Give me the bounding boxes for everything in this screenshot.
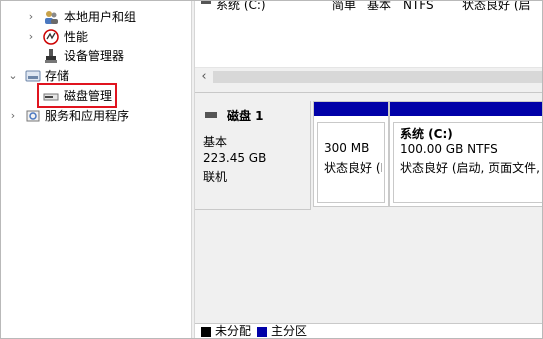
tree-item-services[interactable]: › 服务和应用程序 — [1, 106, 191, 126]
legend-unallocated-label: 未分配 — [215, 324, 252, 338]
disk-management-window: › 本地用户和组 › 性能 设备管理器 ⌄ 存储 磁盘管理 › 服务和应用程序 … — [0, 0, 543, 339]
partition-size: 300 MB — [324, 141, 370, 155]
disk-graphical-view: 磁盘 1 基本 223.45 GB 联机 300 MB 状态良好 (E 系统 (… — [195, 93, 542, 325]
partition-status: 状态良好 (E — [324, 161, 382, 175]
legend-bar: 未分配 主分区 — [195, 323, 542, 338]
disk-size: 223.45 GB — [203, 151, 267, 165]
selection-highlight — [37, 83, 117, 108]
legend-primary-label: 主分区 — [271, 324, 308, 338]
tree-item-label: 设备管理器 — [64, 49, 125, 63]
tree-item-label: 本地用户和组 — [64, 10, 137, 24]
pane-splitter-horizontal[interactable] — [195, 85, 542, 93]
tree-item-local-users[interactable]: › 本地用户和组 — [1, 7, 191, 27]
scroll-left-icon[interactable]: ‹ — [197, 68, 211, 86]
partition-system-c[interactable]: 系统 (C:) 100.00 GB NTFS 状态良好 (启动, 页面文件, — [389, 101, 542, 207]
chevron-right-icon[interactable]: › — [25, 7, 37, 27]
legend-primary-swatch — [257, 327, 267, 337]
disk-title: 磁盘 1 — [227, 109, 264, 123]
tree-item-device-manager[interactable]: 设备管理器 — [1, 46, 191, 66]
volume-layout: 简单 — [332, 0, 357, 12]
chevron-down-icon[interactable]: ⌄ — [7, 66, 19, 86]
partition-status: 状态良好 (启动, 页面文件, — [400, 161, 540, 175]
disk-icon — [205, 112, 217, 118]
volume-type: 基本 — [367, 0, 392, 12]
partition-name: 系统 (C:) — [400, 127, 453, 141]
tree-item-label: 服务和应用程序 — [45, 109, 130, 123]
device-manager-icon — [43, 48, 59, 64]
volume-list: 系统 (C:) 简单 基本 NTFS 状态良好 (启 — [195, 0, 542, 67]
horizontal-scrollbar[interactable]: ‹ — [195, 67, 542, 87]
tree-item-label: 性能 — [64, 30, 89, 44]
tree-item-performance[interactable]: › 性能 — [1, 27, 191, 47]
partition-recovery[interactable]: 300 MB 状态良好 (E — [313, 101, 389, 207]
scrollbar-thumb[interactable] — [213, 71, 542, 83]
partition-color-bar — [314, 102, 388, 116]
volume-icon — [201, 1, 211, 4]
partition-size: 100.00 GB NTFS — [400, 142, 498, 156]
partition-body: 300 MB 状态良好 (E — [317, 122, 385, 203]
disk-info-panel[interactable]: 磁盘 1 基本 223.45 GB 联机 — [195, 101, 311, 210]
disk-status: 联机 — [203, 170, 228, 184]
performance-icon — [43, 29, 59, 45]
legend-unallocated-swatch — [201, 327, 211, 337]
storage-icon — [25, 68, 41, 84]
navigation-tree: › 本地用户和组 › 性能 设备管理器 ⌄ 存储 磁盘管理 › 服务和应用程序 — [1, 1, 191, 338]
partition-body: 系统 (C:) 100.00 GB NTFS 状态良好 (启动, 页面文件, — [393, 122, 542, 203]
chevron-right-icon[interactable]: › — [7, 106, 19, 126]
users-icon — [43, 9, 59, 25]
chevron-right-icon[interactable]: › — [25, 27, 37, 47]
services-icon — [25, 108, 41, 124]
volume-status: 状态良好 (启 — [462, 0, 531, 12]
disk-type: 基本 — [203, 135, 228, 149]
volume-filesystem: NTFS — [403, 0, 434, 12]
partition-color-bar — [390, 102, 542, 116]
volume-name: 系统 (C:) — [216, 0, 266, 12]
